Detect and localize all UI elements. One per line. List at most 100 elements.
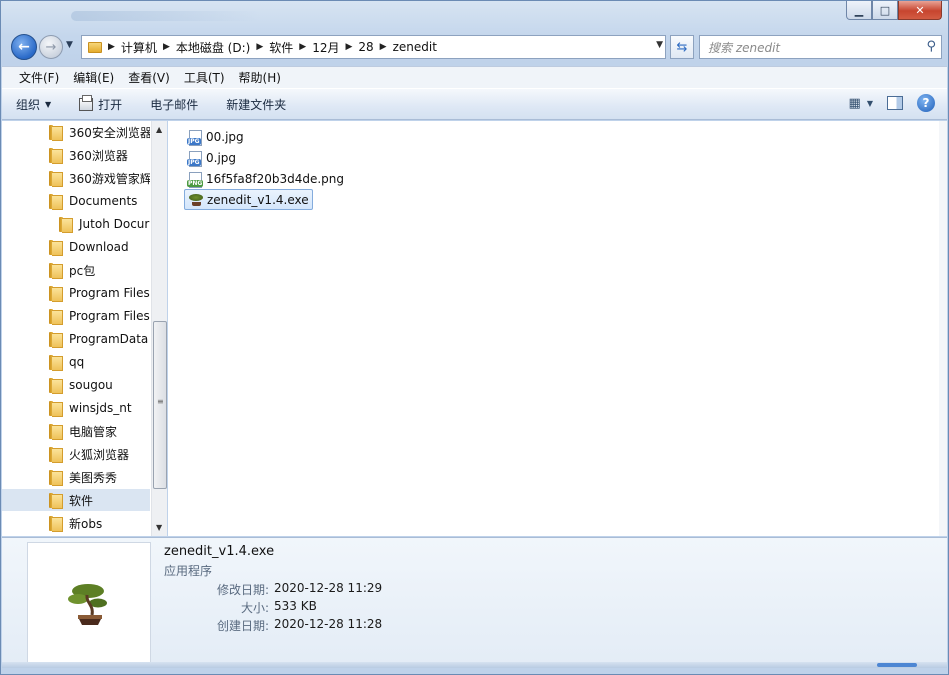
file-type-badge: JPG (187, 137, 201, 145)
dropdown-arrow-icon[interactable]: ▼ (867, 99, 873, 108)
scrollbar-thumb[interactable]: ≡ (153, 321, 167, 489)
tree-item[interactable]: ProgramData (2, 328, 150, 350)
tree-item[interactable]: pc包 (2, 259, 150, 281)
folder-icon (49, 377, 63, 394)
tree-item[interactable]: 电脑管家 (2, 420, 150, 442)
search-input[interactable]: 搜索 zenedit ⚲ (699, 35, 942, 59)
command-bar-right: ▦ ▼ ? (849, 94, 935, 112)
tree-item[interactable]: 美图秀秀 (2, 466, 150, 488)
search-placeholder: 搜索 zenedit (708, 40, 781, 55)
tree-item[interactable]: 360游戏管家辉 (2, 167, 150, 189)
breadcrumb-current[interactable]: zenedit (393, 40, 437, 54)
breadcrumb-computer[interactable]: 计算机 (121, 39, 157, 56)
tree-item[interactable]: qq (2, 351, 150, 373)
tree-item-label: Download (69, 240, 129, 254)
details-pane: zenedit_v1.4.exe 应用程序 修改日期: 2020-12-28 1… (2, 537, 947, 668)
jpg-file-icon: JPG (187, 129, 203, 146)
file-thumbnail (27, 542, 151, 665)
folder-icon (59, 216, 73, 233)
preview-pane-icon[interactable] (887, 96, 903, 110)
refresh-button[interactable]: ⇆ (670, 35, 694, 59)
folder-icon (49, 354, 63, 371)
folder-icon (49, 469, 63, 486)
menu-help[interactable]: 帮助(H) (232, 69, 288, 86)
refresh-icon: ⇆ (676, 39, 688, 55)
tree-item[interactable]: Program Files (2, 305, 150, 327)
recent-pages-dropdown[interactable]: ▼ (66, 40, 73, 50)
file-item[interactable]: zenedit_v1.4.exe (184, 189, 313, 210)
jpg-file-icon: JPG (187, 150, 203, 167)
close-button[interactable]: ✕ (898, 1, 942, 20)
open-label: 打开 (98, 97, 123, 112)
command-bar: 组织 ▼ 打开 电子邮件 新建文件夹 ▦ ▼ ? (2, 88, 947, 120)
folder-icon (49, 124, 63, 141)
file-item[interactable]: PNG 16f5fa8f20b3d4de.png (184, 168, 347, 189)
application-icon (188, 192, 204, 208)
file-type-badge: PNG (187, 179, 204, 187)
help-icon[interactable]: ? (917, 94, 935, 112)
minimize-button[interactable]: ▁ (846, 1, 872, 20)
new-folder-button[interactable]: 新建文件夹 (226, 96, 286, 113)
folder-icon (49, 308, 63, 325)
search-icon[interactable]: ⚲ (926, 39, 936, 54)
chevron-right-icon[interactable]: ▶ (345, 42, 352, 52)
chevron-right-icon[interactable]: ▶ (256, 42, 263, 52)
back-button[interactable]: ← (11, 34, 37, 60)
menu-view[interactable]: 查看(V) (121, 69, 177, 86)
open-button[interactable]: 打开 (79, 94, 123, 113)
tree-item[interactable]: 火狐浏览器 (2, 443, 150, 465)
chevron-right-icon[interactable]: ▶ (163, 42, 170, 52)
file-name: zenedit_v1.4.exe (207, 192, 309, 207)
scroll-up-icon[interactable]: ▲ (156, 125, 162, 134)
folder-icon (49, 400, 63, 417)
tree-item[interactable]: 360安全浏览器 (2, 121, 150, 143)
tree-item-label: Jutoh Docur (79, 217, 150, 231)
tree-item[interactable]: 新obs (2, 512, 150, 534)
chevron-right-icon[interactable]: ▶ (299, 42, 306, 52)
detail-value: 533 KB (274, 599, 317, 613)
tree-item-label: qq (69, 355, 85, 369)
email-button[interactable]: 电子邮件 (150, 96, 198, 113)
tree-item[interactable]: Download (2, 236, 150, 258)
maximize-button[interactable]: □ (872, 1, 898, 20)
status-strip (2, 662, 947, 668)
breadcrumb-day[interactable]: 28 (358, 40, 373, 54)
menu-file[interactable]: 文件(F) (12, 69, 66, 86)
breadcrumb-software[interactable]: 软件 (269, 39, 293, 56)
file-item[interactable]: JPG 0.jpg (184, 147, 239, 168)
file-name: 16f5fa8f20b3d4de.png (206, 171, 344, 186)
detail-value: 2020-12-28 11:29 (274, 581, 383, 595)
folder-icon (49, 239, 63, 256)
tree-item[interactable]: Program Files (2, 282, 150, 304)
tree-item-label: winsjds_nt (69, 401, 132, 415)
folder-icon (49, 423, 63, 440)
grip-icon: ≡ (157, 397, 164, 406)
tree-item[interactable]: 软件 (2, 489, 150, 511)
change-view-button[interactable]: ▦ ▼ (849, 96, 873, 111)
tree-item[interactable]: sougou (2, 374, 150, 396)
chevron-right-icon[interactable]: ▶ (108, 42, 115, 52)
chevron-right-icon[interactable]: ▶ (380, 42, 387, 52)
tree-item[interactable]: Jutoh Docur (2, 213, 150, 235)
menu-edit[interactable]: 编辑(E) (66, 69, 121, 86)
tree-item[interactable]: winsjds_nt (2, 397, 150, 419)
folder-icon (49, 147, 63, 164)
forward-button[interactable]: → (39, 35, 63, 59)
breadcrumb-drive[interactable]: 本地磁盘 (D:) (176, 39, 250, 56)
arrow-right-icon: → (45, 39, 57, 55)
address-bar[interactable]: ▶ 计算机 ▶ 本地磁盘 (D:) ▶ 软件 ▶ 12月 ▶ 28 ▶ zene… (81, 35, 666, 59)
folder-icon (49, 515, 63, 532)
open-icon (79, 94, 94, 111)
organize-button[interactable]: 组织 ▼ (16, 96, 51, 113)
detail-modified: 修改日期: 2020-12-28 11:29 (164, 581, 424, 598)
breadcrumb-month[interactable]: 12月 (312, 39, 339, 56)
navigation-pane: 360安全浏览器 360浏览器 360游戏管家辉 Documents Jutoh Doc… (2, 121, 167, 536)
tree-item[interactable]: 360浏览器 (2, 144, 150, 166)
menu-tools[interactable]: 工具(T) (177, 69, 232, 86)
file-item[interactable]: JPG 00.jpg (184, 126, 247, 147)
tree-scrollbar[interactable]: ▲ ≡ ▼ (151, 121, 167, 536)
address-dropdown-icon[interactable]: ▼ (656, 40, 663, 50)
scroll-down-icon[interactable]: ▼ (156, 523, 162, 532)
file-name: 00.jpg (206, 129, 244, 144)
tree-item[interactable]: Documents (2, 190, 150, 212)
